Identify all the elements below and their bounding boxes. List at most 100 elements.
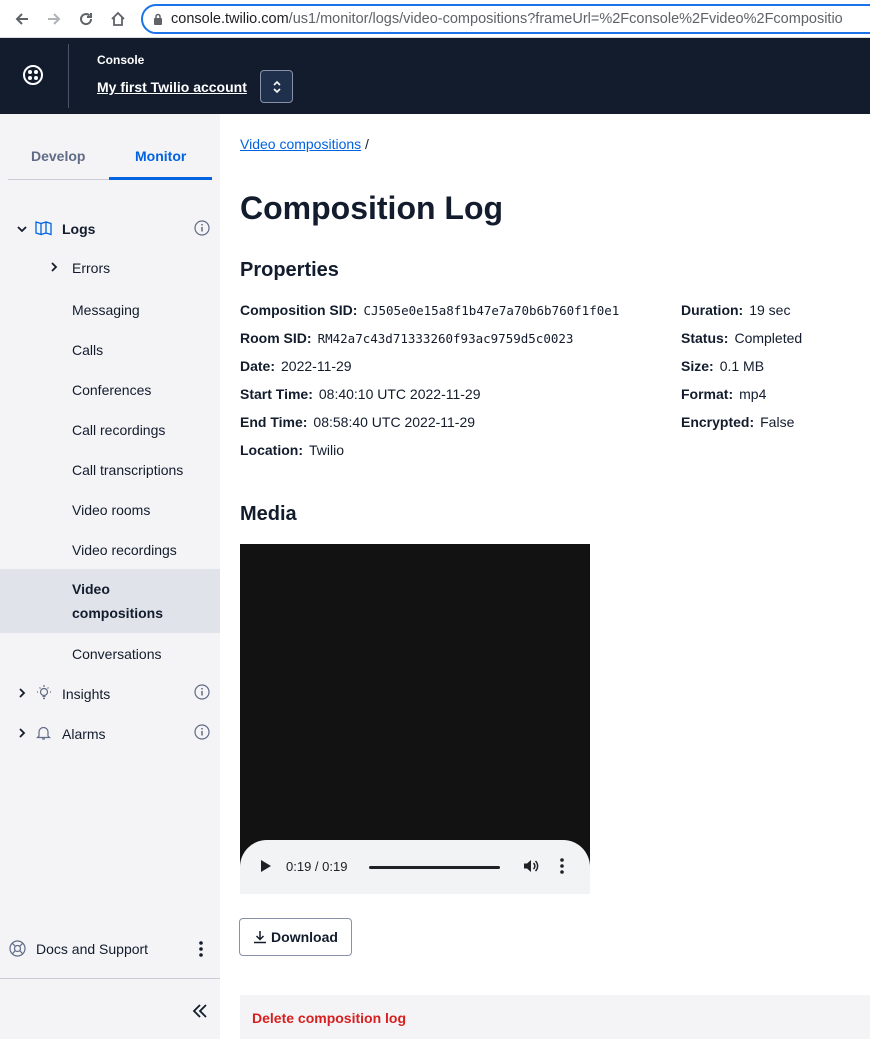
url-text: console.twilio.com/us1/monitor/logs/vide… [171,11,843,27]
breadcrumb: Video compositions / [240,136,369,152]
more-options-icon[interactable] [560,857,564,875]
video-progress-track[interactable] [369,866,500,869]
lifebuoy-icon [9,940,26,957]
property-key: Encrypted: [681,414,755,430]
download-button[interactable]: Download [239,918,352,956]
property-key: Date: [240,358,276,374]
property-value: RM42a7c43d71333260f93ac9759d5c0023 [317,331,574,346]
property-location: Location: Twilio [240,442,344,458]
sidebar-item-label: Insights [62,686,111,702]
header-divider [68,44,69,108]
account-name-link[interactable]: My first Twilio account [97,79,247,95]
property-key: Size: [681,358,714,374]
property-value: 08:58:40 UTC 2022-11-29 [313,414,476,430]
video-controls: 0:19 / 0:19 [240,840,590,894]
sidebar-item-label: Alarms [62,726,106,742]
forward-button[interactable] [38,0,70,38]
more-vertical-icon[interactable] [199,940,203,958]
property-date: Date: 2022-11-29 [240,358,352,374]
property-value: 08:40:10 UTC 2022-11-29 [318,386,481,402]
property-value: 2022-11-29 [281,358,352,374]
sidebar-item-label: Logs [62,221,96,237]
chevron-right-icon [51,262,58,272]
chevron-right-icon [19,688,26,698]
property-start-time: Start Time: 08:40:10 UTC 2022-11-29 [240,386,481,402]
book-icon [35,221,52,236]
sidebar-item-video-compositions[interactable]: Video compositions [0,569,220,633]
sidebar-item-label: Messaging [72,302,140,318]
property-value: CJ505e0e15a8f1b47e7a70b6b760f1f0e1 [363,303,620,318]
sidebar-item-logs[interactable]: Logs [0,220,220,238]
info-icon[interactable] [194,220,210,236]
volume-icon[interactable] [523,858,539,874]
sidebar-item-messaging[interactable]: Messaging [0,301,220,319]
bell-icon [36,726,51,740]
property-end-time: End Time: 08:58:40 UTC 2022-11-29 [240,414,475,430]
docs-label: Docs and Support [36,941,149,957]
sidebar-item-video-recordings[interactable]: Video recordings [0,541,220,559]
delete-composition-log-button[interactable]: Delete composition log [252,1010,406,1026]
video-time: 0:19 / 0:19 [286,859,348,874]
tab-monitor[interactable]: Monitor [135,148,186,164]
chevron-right-icon [19,728,26,738]
sidebar-item-label: Call transcriptions [72,462,184,478]
sidebar-item-conferences[interactable]: Conferences [0,381,220,399]
collapse-sidebar-icon[interactable] [192,1004,208,1018]
property-key: Composition SID: [240,302,358,318]
main-content: Video compositions / Composition Log Pro… [220,114,870,1039]
console-header: Console My first Twilio account [0,38,870,114]
sidebar-item-calls[interactable]: Calls [0,341,220,359]
sidebar-item-label: Errors [72,260,111,276]
home-button[interactable] [102,0,134,38]
properties-heading: Properties [240,259,339,281]
property-key: Format: [681,386,734,402]
danger-zone: Delete composition log [240,995,870,1039]
property-room-sid: Room SID: RM42a7c43d71333260f93ac9759d5c0… [240,330,573,346]
property-value: Completed [734,330,803,346]
docs-and-support[interactable]: Docs and Support [0,939,220,959]
sidebar-item-video-rooms[interactable]: Video rooms [0,501,220,519]
download-label: Download [271,929,338,945]
video-player[interactable]: 0:19 / 0:19 [240,544,590,894]
sidebar-item-conversations[interactable]: Conversations [0,645,220,663]
property-key: Duration: [681,302,744,318]
play-icon[interactable] [260,859,272,873]
sidebar-item-insights[interactable]: Insights [0,684,220,702]
sidebar-item-label: Conversations [72,646,162,662]
sidebar-item-errors[interactable]: Errors [0,259,220,277]
arrow-left-icon [15,12,28,25]
page-title: Composition Log [240,190,504,226]
twilio-logo-icon[interactable] [22,64,44,86]
property-size: Size: 0.1 MB [681,358,764,374]
chevron-up-down-icon [272,80,281,93]
sidebar-item-call-transcriptions[interactable]: Call transcriptions [0,461,220,479]
reload-button[interactable] [70,0,102,38]
property-duration: Duration: 19 sec [681,302,790,318]
property-value: mp4 [739,386,767,402]
sidebar-item-label: Video recordings [72,542,177,558]
arrow-right-icon [48,12,61,25]
info-icon[interactable] [194,684,210,700]
sidebar-item-label: Video rooms [72,502,151,518]
sidebar-item-label-line2: compositions [72,605,164,621]
account-switcher-button[interactable] [260,70,293,103]
sidebar-item-call-recordings[interactable]: Call recordings [0,421,220,439]
sidebar-item-alarms[interactable]: Alarms [0,724,220,742]
media-heading: Media [240,503,297,525]
property-key: Status: [681,330,729,346]
chevron-down-icon [17,226,27,233]
sidebar-item-label: Conferences [72,382,152,398]
home-icon [111,11,125,26]
property-value: False [760,414,795,430]
sidebar-divider [0,978,220,979]
property-key: Location: [240,442,303,458]
sidebar-tabs: Develop Monitor [8,114,212,180]
address-bar[interactable]: console.twilio.com/us1/monitor/logs/vide… [141,4,870,34]
property-status: Status: Completed [681,330,802,346]
tab-develop[interactable]: Develop [31,148,85,164]
breadcrumb-link-video-compositions[interactable]: Video compositions [240,136,361,152]
sidebar-item-label-line1: Video [72,581,110,597]
sidebar-item-label: Call recordings [72,422,166,438]
info-icon[interactable] [194,724,210,740]
back-button[interactable] [6,0,38,38]
